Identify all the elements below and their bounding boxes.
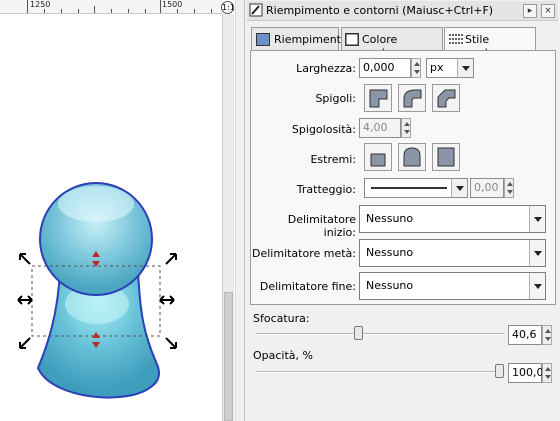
width-label: Larghezza:: [296, 62, 356, 75]
chevron-down-icon: [451, 179, 467, 197]
unit-value: px: [430, 61, 444, 74]
square-cap-button[interactable]: [432, 143, 460, 171]
round-cap-icon: [403, 147, 421, 167]
blur-slider-track[interactable]: [256, 333, 504, 335]
unit-select[interactable]: px: [426, 58, 474, 78]
dialog-title: Riempimento e contorni (Maiusc+Ctrl+F): [266, 4, 494, 17]
miter-limit-label: Spigolosità:: [291, 123, 356, 136]
tab-stroke-style[interactable]: Stile contorno: [444, 27, 536, 59]
miter-join-icon: [369, 89, 388, 108]
round-join-button[interactable]: [398, 84, 426, 112]
opacity-spinner[interactable]: [542, 363, 552, 383]
dash-pattern-preview: [371, 187, 447, 189]
marker-mid-label: Delimitatore metà:: [252, 247, 357, 260]
marker-end-select[interactable]: Nessuno: [359, 272, 546, 300]
marker-start-select[interactable]: Nessuno: [359, 205, 546, 233]
opacity-input[interactable]: 100,0: [508, 363, 544, 383]
join-label: Spigoli:: [315, 92, 356, 105]
marker-mid-value: Nessuno: [366, 246, 414, 259]
blur-spinner[interactable]: [542, 325, 552, 345]
marker-start-value: Nessuno: [366, 212, 414, 225]
dash-label: Tratteggio:: [296, 183, 356, 196]
ruler-label-1500: 1500: [162, 0, 183, 9]
stroke-style-icon: [449, 34, 463, 44]
opacity-label: Opacità, %: [253, 349, 313, 362]
brush-icon: [249, 3, 263, 17]
chevron-down-icon: [529, 240, 545, 266]
marker-end-label: Delimitatore fine:: [259, 280, 356, 293]
chevron-down-icon: [457, 59, 473, 77]
dash-offset-input[interactable]: 0,00: [470, 178, 504, 198]
marker-end-value: Nessuno: [366, 279, 414, 292]
dash-select[interactable]: [364, 178, 468, 198]
opacity-slider-track[interactable]: [256, 371, 504, 373]
bevel-join-button[interactable]: [432, 84, 460, 112]
zoom-button[interactable]: 1:1: [221, 1, 235, 14]
miter-limit-spinner[interactable]: [401, 118, 411, 138]
round-join-icon: [403, 89, 422, 108]
blur-label: Sfocatura:: [253, 312, 310, 325]
horizontal-ruler: 1250 1500: [0, 0, 222, 14]
user-figure-drawing[interactable]: [0, 14, 222, 421]
blur-slider-thumb[interactable]: [353, 326, 363, 340]
butt-cap-button[interactable]: [364, 143, 392, 171]
miter-join-button[interactable]: [364, 84, 392, 112]
butt-cap-icon: [370, 153, 386, 167]
tab-stroke-paint[interactable]: Colore contorno: [341, 27, 443, 59]
ruler-label-1250: 1250: [30, 0, 51, 9]
miter-limit-input[interactable]: 4,00: [359, 118, 401, 138]
drawing-canvas[interactable]: 1250 1500: [0, 0, 222, 421]
chevron-down-icon: [529, 206, 545, 232]
tab-label: Riempimento: [274, 33, 348, 46]
fill-icon: [256, 33, 270, 46]
width-spinner[interactable]: [411, 58, 421, 78]
width-input[interactable]: 0,000: [359, 58, 411, 78]
chevron-down-icon: [529, 273, 545, 299]
panel-separator[interactable]: [235, 0, 245, 421]
close-button[interactable]: ×: [541, 4, 555, 18]
marker-mid-select[interactable]: Nessuno: [359, 239, 546, 267]
scrollbar-thumb[interactable]: [224, 292, 233, 421]
cap-label: Estremi:: [310, 153, 356, 166]
menu-arrow-button[interactable]: ▸: [523, 4, 537, 18]
bevel-join-icon: [437, 89, 456, 108]
marker-start-label: Delimitatore inizio:: [287, 213, 356, 239]
tab-fill[interactable]: Riempimento: [251, 27, 348, 50]
blur-input[interactable]: 40,6: [508, 325, 542, 345]
square-cap-icon: [437, 147, 455, 167]
stroke-paint-icon: [345, 33, 359, 46]
round-cap-button[interactable]: [398, 143, 426, 171]
dash-offset-spinner[interactable]: [504, 178, 514, 198]
opacity-slider-thumb[interactable]: [495, 364, 504, 378]
